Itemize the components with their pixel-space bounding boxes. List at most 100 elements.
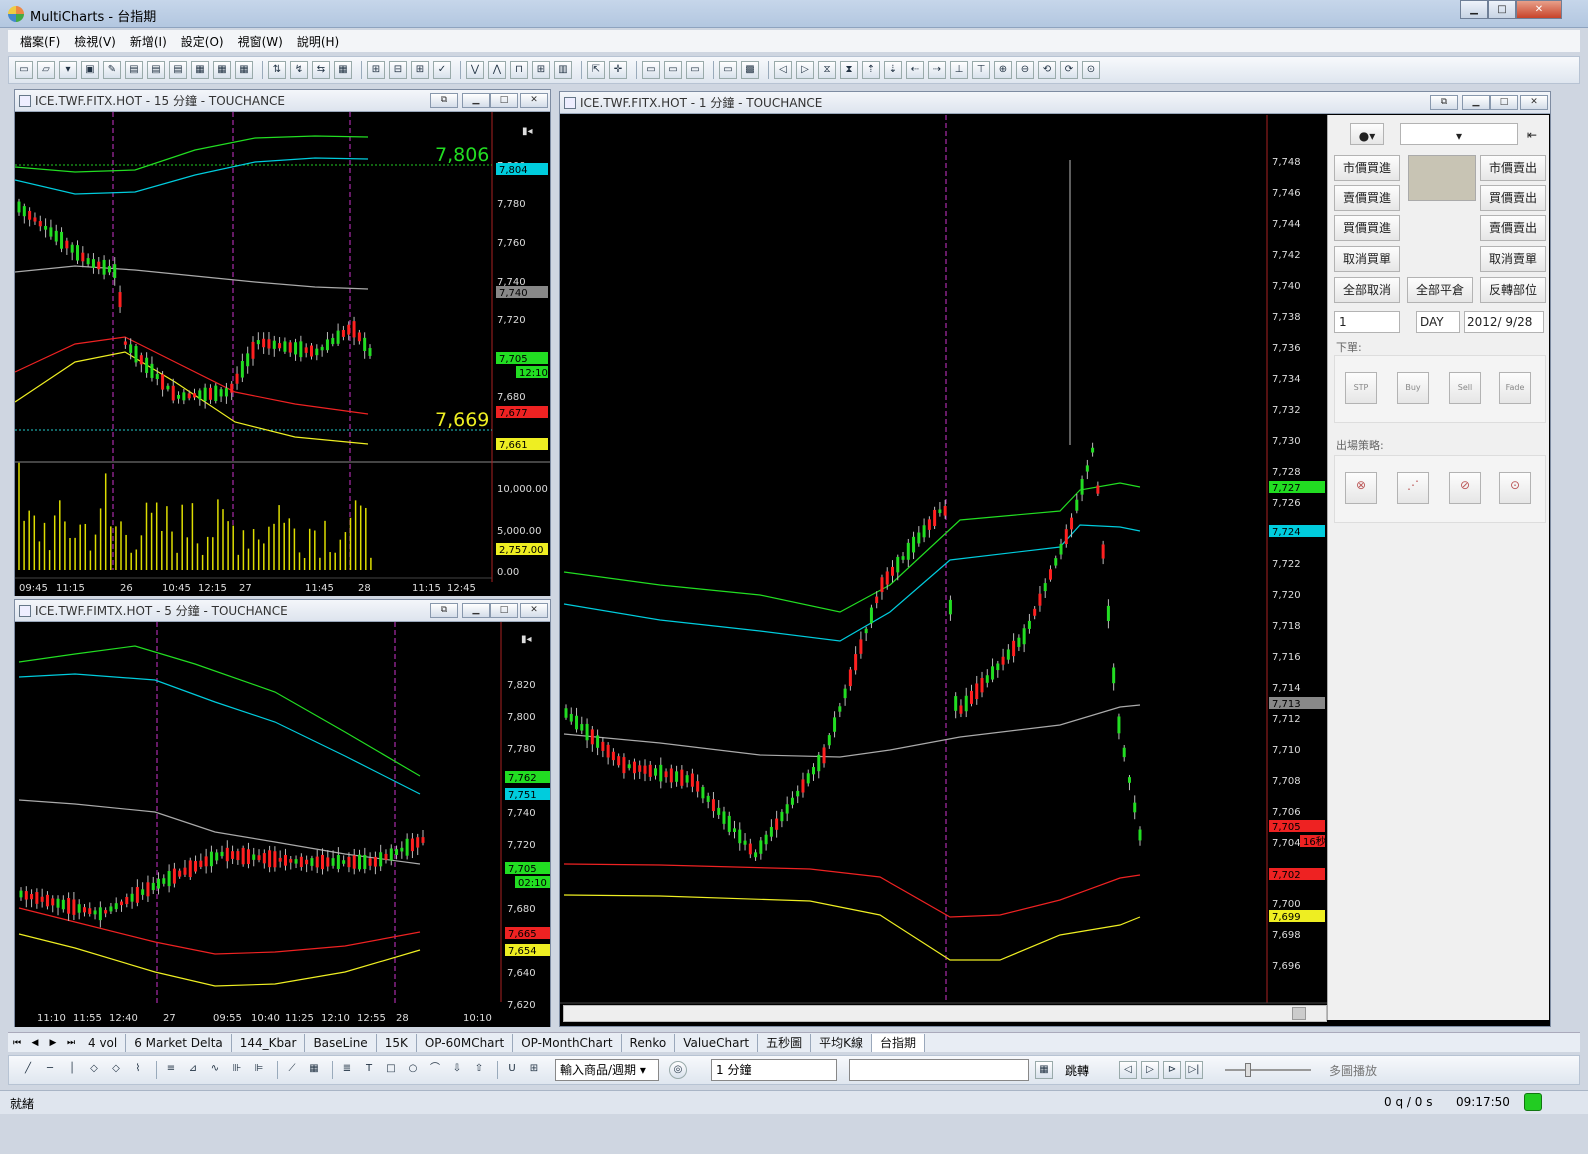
toolbar-tool-26-icon[interactable]: ▥ <box>554 61 572 79</box>
menu-view[interactable]: 檢視(V) <box>74 33 116 50</box>
calendar-icon[interactable]: ▦ <box>1035 1061 1053 1079</box>
draw-tool-11-icon[interactable]: ⊫ <box>250 1061 268 1079</box>
exit-strategy-4-icon[interactable]: ⊙ <box>1499 472 1531 504</box>
menu-insert[interactable]: 新增(I) <box>130 33 167 50</box>
close-button[interactable]: ✕ <box>1516 0 1562 19</box>
cancel-all-button[interactable]: 全部取消 <box>1334 277 1400 303</box>
draw-tool-10-icon[interactable]: ⊪ <box>228 1061 246 1079</box>
multi-replay-button[interactable]: 多圖播放 <box>1329 1062 1377 1079</box>
draw-tool-9-icon[interactable]: ∿ <box>206 1061 224 1079</box>
toolbar-tool-33-icon[interactable]: ▭ <box>686 61 704 79</box>
toolbar-tool-25-icon[interactable]: ⊞ <box>532 61 550 79</box>
toolbar-tool-38-icon[interactable]: ◁ <box>774 61 792 79</box>
toolbar-tool-48-icon[interactable]: ⊕ <box>994 61 1012 79</box>
toolbar-tool-0-icon[interactable]: ▭ <box>15 61 33 79</box>
toolbar-tool-32-icon[interactable]: ▭ <box>664 61 682 79</box>
workspace-tab[interactable]: BaseLine <box>305 1033 377 1052</box>
tif-select[interactable]: DAY <box>1416 311 1460 333</box>
toolbar-tool-51-icon[interactable]: ⟳ <box>1060 61 1078 79</box>
menu-file[interactable]: 檔案(F) <box>20 33 60 50</box>
toolbar-tool-10-icon[interactable]: ▦ <box>235 61 253 79</box>
chart-pane-15min[interactable]: ICE.TWF.FITX.HOT - 15 分鐘 - TOUCHANCE ⧉ ▁ □… <box>14 89 551 596</box>
pane-close-button[interactable]: ✕ <box>520 603 548 618</box>
sell-order-icon[interactable]: Sell <box>1449 372 1481 404</box>
workspace-tab[interactable]: 平均K線 <box>811 1033 873 1052</box>
workspace-tab[interactable]: OP-60MChart <box>417 1033 514 1052</box>
draw-tool-7-icon[interactable]: ≡ <box>162 1061 180 1079</box>
workspace-tab[interactable]: 台指期 <box>872 1033 926 1052</box>
pane-close-button[interactable]: ✕ <box>520 93 548 108</box>
workspace-tab[interactable]: 6 Market Delta <box>126 1033 232 1052</box>
maximize-button[interactable]: □ <box>1488 0 1516 19</box>
draw-tool-0-icon[interactable]: ╱ <box>19 1061 37 1079</box>
toolbar-tool-13-icon[interactable]: ↯ <box>290 61 308 79</box>
play-icon[interactable]: ▷ <box>1141 1061 1160 1079</box>
symbol-input[interactable]: 輸入商品/週期 ▾ <box>555 1059 659 1081</box>
replay-speed-slider[interactable] <box>1225 1063 1312 1077</box>
goto-button[interactable]: 跳轉 <box>1065 1062 1089 1079</box>
workspace-tab[interactable]: 五秒圖 <box>758 1033 812 1052</box>
toolbar-tool-36-icon[interactable]: ▩ <box>741 61 759 79</box>
draw-tool-4-icon[interactable]: ◇ <box>107 1061 125 1079</box>
toolbar-tool-46-icon[interactable]: ⊥ <box>950 61 968 79</box>
toolbar-tool-24-icon[interactable]: ⊓ <box>510 61 528 79</box>
scroll-thumb[interactable] <box>1292 1007 1306 1020</box>
draw-tool-3-icon[interactable]: ◇ <box>85 1061 103 1079</box>
toolbar-tool-41-icon[interactable]: ⧗ <box>840 61 858 79</box>
pane-max-button[interactable]: □ <box>490 93 518 108</box>
pane-float-button[interactable]: ⧉ <box>430 93 458 108</box>
pane-float-button[interactable]: ⧉ <box>1430 95 1458 110</box>
compass-icon[interactable]: ◎ <box>669 1061 687 1079</box>
toolbar-tool-44-icon[interactable]: ⇠ <box>906 61 924 79</box>
tab-nav-0-icon[interactable]: ⏮ <box>8 1038 26 1048</box>
draw-tool-17-icon[interactable]: T <box>360 1061 378 1079</box>
chart-15min[interactable]: 7,8007,7807,7607,7407,7207,7007,6807,806… <box>15 112 550 596</box>
toolbar-tool-40-icon[interactable]: ⧖ <box>818 61 836 79</box>
workspace-tab[interactable]: Renko <box>622 1033 676 1052</box>
market-buy-button[interactable]: 市價買進 <box>1334 155 1400 181</box>
pane-max-button[interactable]: □ <box>490 603 518 618</box>
toolbar-tool-18-icon[interactable]: ⊟ <box>389 61 407 79</box>
draw-tool-24-icon[interactable]: U <box>503 1061 521 1079</box>
step-icon[interactable]: ⊳ <box>1163 1061 1182 1079</box>
pane-min-button[interactable]: ▁ <box>462 93 490 108</box>
date-select[interactable]: 2012/ 9/28 <box>1464 311 1544 333</box>
horizontal-scrollbar[interactable] <box>563 1005 1327 1022</box>
bid-buy-button[interactable]: 買價買進 <box>1334 215 1400 241</box>
minimize-button[interactable]: ▁ <box>1460 0 1488 19</box>
workspace-tab[interactable]: OP-MonthChart <box>513 1033 622 1052</box>
toolbar-tool-15-icon[interactable]: ▦ <box>334 61 352 79</box>
toolbar-tool-42-icon[interactable]: ⇡ <box>862 61 880 79</box>
exit-strategy-1-icon[interactable]: ⊗ <box>1345 472 1377 504</box>
toolbar-tool-31-icon[interactable]: ▭ <box>642 61 660 79</box>
toolbar-tool-23-icon[interactable]: ⋀ <box>488 61 506 79</box>
draw-tool-20-icon[interactable]: ⌒ <box>426 1061 444 1079</box>
toolbar-tool-52-icon[interactable]: ⊙ <box>1082 61 1100 79</box>
menu-window[interactable]: 視窗(W) <box>238 33 283 50</box>
toolbar-tool-4-icon[interactable]: ✎ <box>103 61 121 79</box>
toolbar-tool-45-icon[interactable]: ⇢ <box>928 61 946 79</box>
account-select[interactable]: ▾ <box>1400 123 1518 145</box>
chart-1min[interactable]: 7,748 7,746 7,744 7,742 7,740 7,738 7,736 7,734… <box>560 115 1327 1025</box>
workspace-tab[interactable]: ValueChart <box>675 1033 759 1052</box>
pane-min-button[interactable]: ▁ <box>462 603 490 618</box>
toolbar-tool-19-icon[interactable]: ⊞ <box>411 61 429 79</box>
date-goto-input[interactable] <box>849 1059 1029 1081</box>
pane-max-button[interactable]: □ <box>1490 95 1518 110</box>
bid-sell-button[interactable]: 買價賣出 <box>1480 185 1546 211</box>
toolbar-tool-8-icon[interactable]: ▦ <box>191 61 209 79</box>
menu-help[interactable]: 說明(H) <box>297 33 339 50</box>
toolbar-tool-3-icon[interactable]: ▣ <box>81 61 99 79</box>
account-status-button[interactable]: ●▾ <box>1350 123 1384 145</box>
draw-tool-5-icon[interactable]: ⌇ <box>129 1061 147 1079</box>
draw-tool-14-icon[interactable]: ▦ <box>305 1061 323 1079</box>
draw-tool-19-icon[interactable]: ○ <box>404 1061 422 1079</box>
chart-5min[interactable]: 7,820 7,800 7,780 7,740 7,720 7,680 7,640 7,620… <box>15 622 550 1027</box>
cancel-sell-button[interactable]: 取消賣單 <box>1480 246 1546 272</box>
toolbar-tool-29-icon[interactable]: ✛ <box>609 61 627 79</box>
toolbar-tool-22-icon[interactable]: ⋁ <box>466 61 484 79</box>
buy-order-icon[interactable]: Buy <box>1397 372 1429 404</box>
draw-tool-1-icon[interactable]: ─ <box>41 1061 59 1079</box>
menu-settings[interactable]: 設定(O) <box>181 33 224 50</box>
toolbar-tool-17-icon[interactable]: ⊞ <box>367 61 385 79</box>
